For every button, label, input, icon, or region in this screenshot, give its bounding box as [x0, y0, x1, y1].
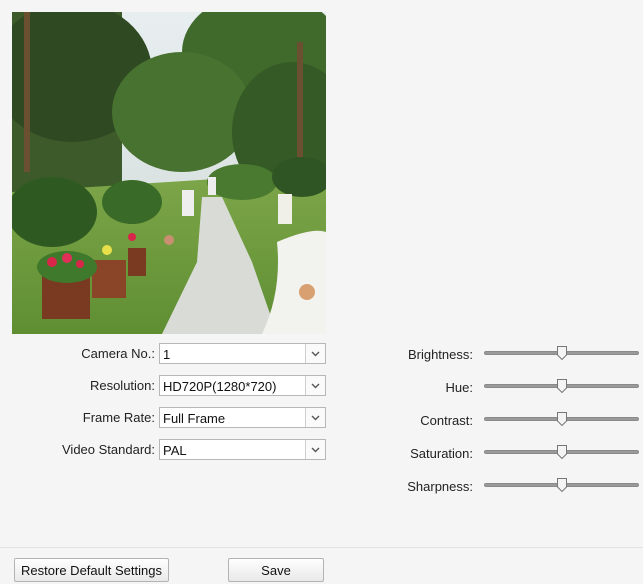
camera-no-select[interactable]: 1: [159, 343, 326, 364]
contrast-label: Contrast:: [420, 413, 473, 428]
brightness-row: Brightness:: [330, 344, 473, 367]
contrast-slider[interactable]: [484, 412, 639, 426]
contrast-row: Contrast:: [330, 410, 473, 433]
save-button[interactable]: Save: [228, 558, 324, 582]
saturation-label: Saturation:: [410, 446, 473, 461]
sharpness-row: Sharpness:: [330, 476, 473, 499]
chevron-down-icon[interactable]: [305, 376, 325, 395]
hue-slider-thumb[interactable]: [556, 379, 567, 393]
brightness-slider-thumb[interactable]: [556, 346, 567, 360]
video-standard-value: PAL: [163, 443, 187, 458]
camera-no-label: Camera No.:: [81, 346, 155, 361]
saturation-slider[interactable]: [484, 445, 639, 459]
chevron-down-icon[interactable]: [305, 408, 325, 427]
brightness-label: Brightness:: [407, 347, 473, 362]
chevron-down-icon[interactable]: [305, 440, 325, 459]
frame-rate-row: Frame Rate:: [0, 407, 155, 430]
camera-no-value: 1: [163, 347, 171, 362]
garden-scene-image: [12, 12, 326, 334]
video-standard-row: Video Standard:: [0, 439, 155, 462]
video-standard-select[interactable]: PAL: [159, 439, 326, 460]
resolution-row: Resolution:: [0, 375, 155, 398]
footer-divider: [0, 547, 643, 548]
frame-rate-select[interactable]: Full Frame: [159, 407, 326, 428]
hue-slider[interactable]: [484, 379, 639, 393]
restore-default-settings-button[interactable]: Restore Default Settings: [14, 558, 169, 582]
frame-rate-label: Frame Rate:: [82, 410, 155, 425]
contrast-slider-thumb[interactable]: [556, 412, 567, 426]
video-preview: [12, 12, 326, 334]
sharpness-slider[interactable]: [484, 478, 639, 492]
hue-label: Hue:: [445, 380, 473, 395]
camera-no-row: Camera No.:: [0, 343, 155, 366]
saturation-slider-thumb[interactable]: [556, 445, 567, 459]
resolution-label: Resolution:: [89, 378, 155, 393]
saturation-row: Saturation:: [330, 443, 473, 466]
sharpness-label: Sharpness:: [407, 479, 473, 494]
sharpness-slider-thumb[interactable]: [556, 478, 567, 492]
hue-row: Hue:: [330, 377, 473, 400]
chevron-down-icon[interactable]: [305, 344, 325, 363]
resolution-value: HD720P(1280*720): [163, 379, 277, 394]
brightness-slider[interactable]: [484, 346, 639, 360]
frame-rate-value: Full Frame: [163, 411, 226, 426]
resolution-select[interactable]: HD720P(1280*720): [159, 375, 326, 396]
video-standard-label: Video Standard:: [62, 442, 155, 457]
